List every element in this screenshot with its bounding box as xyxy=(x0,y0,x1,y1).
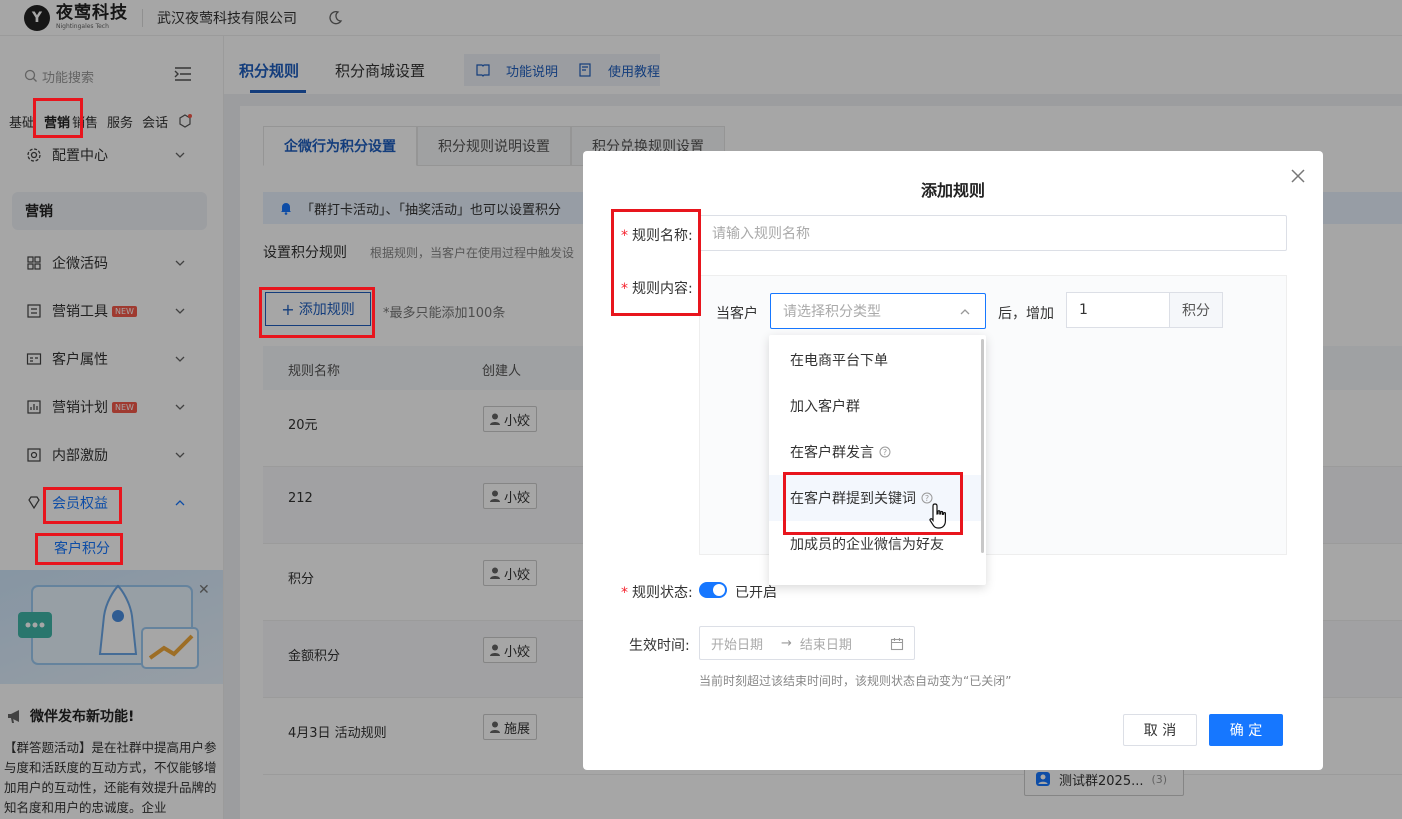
rule-status-text: 已开启 xyxy=(735,585,777,601)
highlight-box xyxy=(259,287,375,338)
points-value: 1 xyxy=(1079,302,1088,318)
highlight-box xyxy=(611,209,701,316)
highlight-box xyxy=(33,98,83,138)
when-customer-label: 当客户 xyxy=(716,306,758,322)
highlight-box xyxy=(35,533,123,565)
calendar-icon xyxy=(890,638,904,651)
option-label: 在电商平台下单 xyxy=(790,353,888,369)
points-type-select[interactable]: 请选择积分类型 xyxy=(770,293,986,329)
dropdown-option-group-speak[interactable]: 在客户群发言 ? xyxy=(769,429,981,475)
rule-status-label-text: 规则状态: xyxy=(632,585,693,601)
end-date-placeholder: 结束日期 xyxy=(799,637,852,653)
dialog-title: 添加规则 xyxy=(920,181,985,200)
option-label: 加入客户群 xyxy=(790,399,860,415)
rule-name-placeholder: 请输入规则名称 xyxy=(712,226,810,242)
close-icon[interactable] xyxy=(1289,167,1307,185)
cancel-button[interactable]: 取 消 xyxy=(1123,714,1197,746)
arrow-right-icon: → xyxy=(781,635,792,651)
points-type-placeholder: 请选择积分类型 xyxy=(783,304,881,320)
effective-time-label: 生效时间: xyxy=(629,638,690,654)
date-range-picker[interactable]: 开始日期 → 结束日期 xyxy=(699,626,915,660)
hand-cursor-icon xyxy=(929,503,946,529)
svg-text:?: ? xyxy=(883,448,887,457)
date-hint: 当前时刻超过该结束时间时，该规则状态自动变为“已关闭” xyxy=(699,674,1012,688)
option-label: 在客户群发言 xyxy=(790,445,874,461)
option-label: 加成员的企业微信为好友 xyxy=(790,537,944,553)
chevron-up-icon xyxy=(960,309,970,315)
help-icon: ? xyxy=(879,446,891,458)
rule-name-input[interactable]: 请输入规则名称 xyxy=(698,215,1287,251)
rule-status-label: * 规则状态: xyxy=(621,582,693,602)
dropdown-option-ecommerce-order[interactable]: 在电商平台下单 xyxy=(769,337,981,383)
start-date-placeholder: 开始日期 xyxy=(711,637,764,653)
confirm-button[interactable]: 确 定 xyxy=(1209,714,1283,746)
dropdown-scrollbar[interactable] xyxy=(981,339,984,553)
highlight-box xyxy=(43,487,122,524)
points-type-dropdown: 在电商平台下单 加入客户群 在客户群发言 ? 在客户群提到关键词 ? 加成员的企… xyxy=(769,335,986,585)
after-add-label: 后，增加 xyxy=(998,306,1054,322)
dropdown-option-join-group[interactable]: 加入客户群 xyxy=(769,383,981,429)
required-mark: * xyxy=(621,585,628,601)
points-input[interactable]: 1 xyxy=(1066,292,1170,328)
rule-status-toggle[interactable] xyxy=(699,582,727,598)
points-unit: 积分 xyxy=(1169,292,1223,328)
